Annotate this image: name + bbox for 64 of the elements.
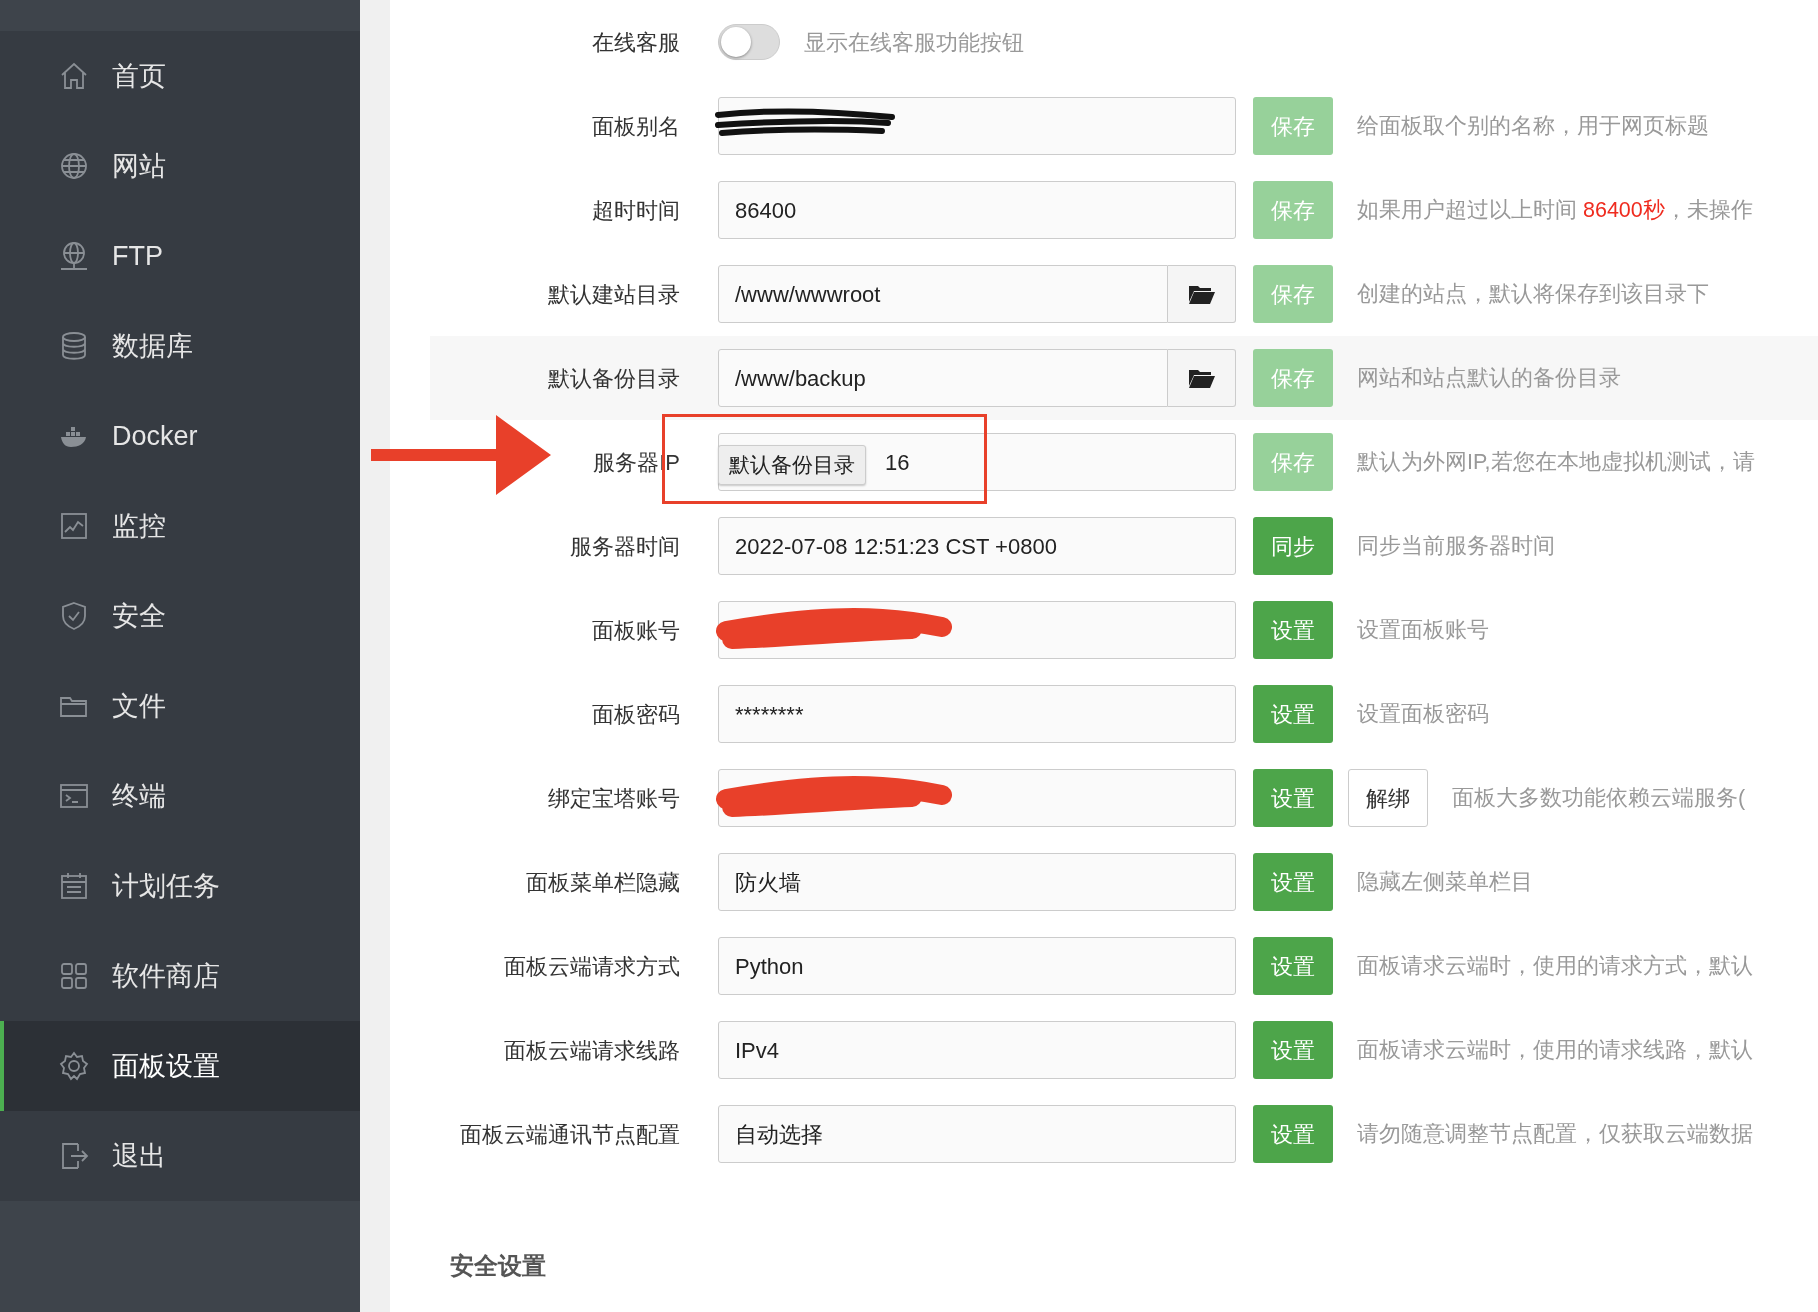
- sidebar-item[interactable]: 数据库: [0, 301, 360, 391]
- sidebar-item[interactable]: 面板设置: [0, 1021, 360, 1111]
- setting-description: 给面板取个别的名称，用于网页标题: [1357, 112, 1709, 140]
- setting-label: 面板云端请求方式: [503, 952, 680, 981]
- setting-description: 面板请求云端时，使用的请求线路，默认: [1357, 1036, 1753, 1064]
- setting-label: 默认备份目录: [547, 364, 680, 393]
- input-field[interactable]: 防火墙: [718, 853, 1236, 911]
- unbind-button[interactable]: 解绑: [1348, 769, 1428, 827]
- setting-description: 设置面板密码: [1357, 700, 1489, 728]
- setting-description: 创建的站点，默认将保存到该目录下: [1357, 280, 1709, 308]
- grid-icon: [58, 960, 90, 992]
- setting-description: 显示在线客服功能按钮: [804, 28, 1024, 57]
- sidebar-item[interactable]: 安全: [0, 571, 360, 661]
- setting-label: 面板账号: [591, 616, 680, 645]
- setting-description: 设置面板账号: [1357, 616, 1489, 644]
- input-field[interactable]: 86400: [718, 181, 1236, 239]
- calendar-icon: [58, 870, 90, 902]
- setting-label: 面板密码: [591, 700, 680, 729]
- setting-label: 绑定宝塔账号: [547, 784, 680, 813]
- input-field[interactable]: 2022-07-08 12:51:23 CST +0800: [718, 517, 1236, 575]
- input-field[interactable]: [718, 97, 1236, 155]
- setting-description: 如果用户超过以上时间 86400秒，未操作: [1357, 196, 1753, 224]
- setting-label: 面板菜单栏隐藏: [525, 868, 680, 897]
- sidebar-item[interactable]: 文件: [0, 661, 360, 751]
- setting-description: 默认为外网IP,若您在本地虚拟机测试，请: [1357, 448, 1755, 476]
- setting-description: 隐藏左侧菜单栏目: [1357, 868, 1533, 896]
- input-field[interactable]: IPv4: [718, 1021, 1236, 1079]
- setting-label: 服务器时间: [569, 532, 680, 561]
- sidebar-item[interactable]: 退出: [0, 1111, 360, 1201]
- setting-label: 面板云端通讯节点配置: [459, 1120, 680, 1149]
- setting-label: 默认建站目录: [547, 280, 680, 309]
- folder-button[interactable]: [1168, 349, 1236, 407]
- sidebar-item[interactable]: 首页: [0, 31, 360, 121]
- toggle-switch[interactable]: [718, 24, 780, 60]
- sidebar-item[interactable]: 监控: [0, 481, 360, 571]
- folder-icon: [1188, 284, 1215, 304]
- globe-icon: [58, 150, 90, 182]
- globe-icon: [58, 240, 90, 272]
- input-field[interactable]: /www/wwwroot: [718, 265, 1168, 323]
- input-field[interactable]: ********: [718, 685, 1236, 743]
- setting-description: 同步当前服务器时间: [1357, 532, 1555, 560]
- settings-icon: [58, 1050, 90, 1082]
- setting-description: 面板请求云端时，使用的请求方式，默认: [1357, 952, 1753, 980]
- setting-label: 面板别名: [591, 112, 680, 141]
- input-field[interactable]: /www/backup: [718, 349, 1168, 407]
- tooltip: 默认备份目录: [718, 445, 866, 485]
- sidebar-item[interactable]: FTP: [0, 211, 360, 301]
- folder-button[interactable]: [1168, 265, 1236, 323]
- setting-label: 在线客服: [591, 28, 680, 57]
- sidebar-item[interactable]: 终端: [0, 751, 360, 841]
- input-field[interactable]: 自动选择: [718, 1105, 1236, 1163]
- input-field[interactable]: Python: [718, 937, 1236, 995]
- section-heading: 安全设置: [450, 1251, 547, 1281]
- sidebar-item[interactable]: 软件商店: [0, 931, 360, 1021]
- setting-description: 请勿随意调整节点配置，仅获取云端数据: [1357, 1120, 1753, 1148]
- setting-label: 超时时间: [591, 196, 680, 225]
- setting-description: 面板大多数功能依赖云端服务(: [1452, 784, 1746, 812]
- sidebar-item[interactable]: 网站: [0, 121, 360, 211]
- sidebar-item[interactable]: Docker: [0, 391, 360, 481]
- folder-icon: [1188, 368, 1215, 388]
- chart-icon: [58, 510, 90, 542]
- setting-label: 面板云端请求线路: [503, 1036, 680, 1065]
- setting-description: 网站和站点默认的备份目录: [1357, 364, 1621, 392]
- sidebar-item[interactable]: 计划任务: [0, 841, 360, 931]
